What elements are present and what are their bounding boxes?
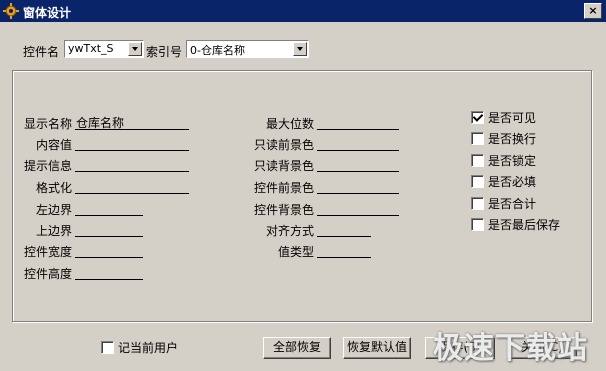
control-bg-color-field[interactable] (317, 198, 399, 216)
close-window-button[interactable]: × (584, 3, 602, 19)
readonly-bg-color-field[interactable] (317, 154, 399, 172)
visible-checkbox[interactable] (471, 111, 484, 124)
top-margin-field[interactable] (75, 219, 143, 237)
checkbox-label: 是否可见 (488, 111, 537, 125)
field-label: 对齐方式 (265, 224, 314, 238)
field-label: 控件前景色 (253, 181, 314, 195)
control-name-select[interactable]: ywTxt_S (64, 40, 144, 58)
format-field[interactable] (75, 176, 189, 194)
field-label: 左边界 (35, 203, 72, 217)
field-label: 只读背景色 (253, 159, 314, 173)
checkbox-label: 是否必填 (488, 175, 537, 189)
control-name-label: 控件名 (23, 45, 60, 59)
restore-all-button[interactable]: 全部恢复 (263, 337, 331, 359)
left-margin-field[interactable] (75, 198, 143, 216)
total-checkbox[interactable] (471, 197, 484, 210)
checkbox-label: 是否换行 (488, 132, 537, 146)
value-type-field[interactable] (317, 240, 371, 258)
checkbox-label: 是否合计 (488, 197, 537, 211)
max-digits-field[interactable] (317, 112, 399, 130)
content-value-field[interactable] (75, 133, 189, 151)
field-label: 最大位数 (265, 117, 314, 131)
tooltip-field[interactable] (75, 154, 189, 172)
index-label: 索引号 (146, 45, 183, 59)
chevron-down-icon[interactable] (293, 42, 307, 56)
chevron-down-icon[interactable] (128, 42, 142, 56)
watermark-logo: 极速下载站 (433, 331, 588, 366)
field-label: 显示名称 (23, 117, 72, 131)
gear-icon (3, 3, 19, 19)
window-title: 窗体设计 (23, 6, 72, 20)
field-label: 控件高度 (23, 267, 72, 281)
readonly-fg-color-field[interactable] (317, 133, 399, 151)
required-checkbox[interactable] (471, 175, 484, 188)
close-icon: × (588, 4, 598, 17)
locked-checkbox[interactable] (471, 154, 484, 167)
field-label: 上边界 (35, 224, 72, 238)
checkbox-label: 是否最后保存 (488, 218, 561, 232)
field-label: 内容值 (35, 138, 72, 152)
title-bar: 窗体设计 × (0, 0, 606, 22)
restore-default-button[interactable]: 恢复默认值 (343, 337, 411, 359)
checkbox-label: 是否锁定 (488, 154, 537, 168)
display-name-field[interactable]: 仓库名称 (75, 112, 189, 130)
save-last-checkbox[interactable] (471, 218, 484, 231)
remember-user-checkbox[interactable] (101, 341, 114, 354)
control-height-field[interactable] (75, 262, 143, 280)
field-label: 控件背景色 (253, 203, 314, 217)
alignment-field[interactable] (317, 219, 371, 237)
control-width-field[interactable] (75, 240, 143, 258)
field-label: 提示信息 (23, 159, 72, 173)
control-fg-color-field[interactable] (317, 176, 399, 194)
field-label: 只读前景色 (253, 138, 314, 152)
field-label: 值类型 (277, 245, 314, 259)
index-select[interactable]: 0-仓库名称 (186, 40, 309, 58)
remember-user-label: 记当前用户 (118, 341, 179, 355)
field-label: 格式化 (35, 181, 72, 195)
field-label: 控件宽度 (23, 245, 72, 259)
wrap-checkbox[interactable] (471, 132, 484, 145)
